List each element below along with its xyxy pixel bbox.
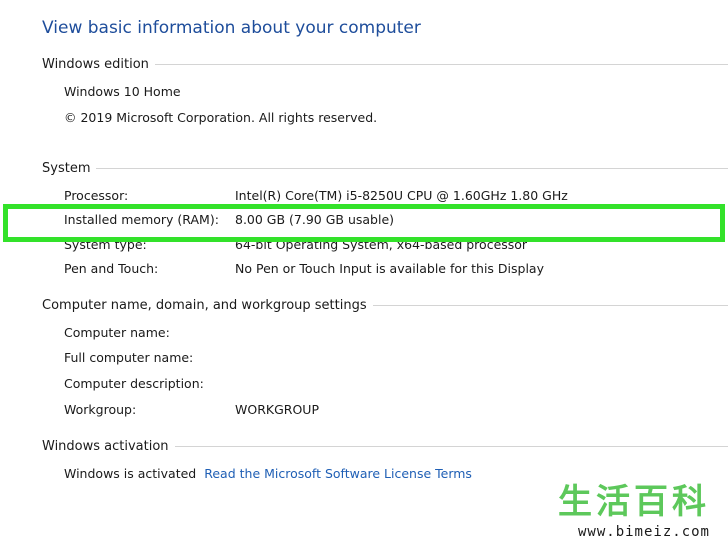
computer-description-label: Computer description: [64,376,204,391]
computer-name-label: Computer name: [64,325,170,340]
watermark-url: www.bimeiz.com [577,524,710,540]
watermark-logo-text: 生活百科 [558,482,710,522]
section-divider [174,445,728,447]
section-divider [96,167,728,169]
section-divider [372,304,728,306]
activation-status: Windows is activated [64,466,197,481]
site-watermark: 生活百科 www.bimeiz.com [510,484,710,540]
workgroup-value: WORKGROUP [235,402,319,417]
windows-edition-header-label: Windows edition [42,56,149,72]
windows-activation-header-label: Windows activation [42,438,169,454]
full-computer-name-label: Full computer name: [64,350,194,365]
processor-value: Intel(R) Core(TM) i5-8250U CPU @ 1.60GHz… [235,188,568,203]
license-terms-link[interactable]: Read the Microsoft Software License Term… [204,466,472,481]
system-header-label: System [42,160,91,176]
activation-row: Windows is activated Read the Microsoft S… [64,464,472,484]
system-header: System [42,158,728,178]
system-properties-page: View basic information about your comput… [0,0,728,546]
page-title: View basic information about your comput… [42,18,421,38]
workgroup-label: Workgroup: [64,402,137,417]
computer-name-header: Computer name, domain, and workgroup set… [42,295,728,315]
windows-activation-header: Windows activation [42,436,728,456]
windows-edition-header: Windows edition [42,54,728,74]
computer-name-header-label: Computer name, domain, and workgroup set… [42,297,367,313]
pen-touch-value: No Pen or Touch Input is available for t… [235,261,544,276]
windows-edition-value: Windows 10 Home [64,84,181,99]
section-divider [154,63,728,65]
processor-label: Processor: [64,188,129,203]
pen-touch-label: Pen and Touch: [64,261,159,276]
copyright-text: © 2019 Microsoft Corporation. All rights… [64,110,378,125]
ram-highlight-box [3,204,725,242]
